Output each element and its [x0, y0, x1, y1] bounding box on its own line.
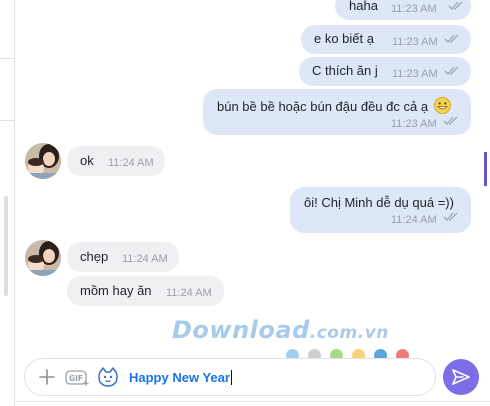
avatar[interactable]	[25, 143, 61, 179]
message-text: ok	[80, 153, 94, 168]
message-text: e ko biết ạ	[314, 31, 374, 46]
message-bubble-received[interactable]: ok 11:24 AM	[67, 146, 165, 176]
watermark-suffix: .com.vn	[309, 323, 389, 343]
read-check-icon	[443, 116, 458, 125]
message-time: 11:24 AM	[166, 287, 212, 299]
message-list[interactable]: haha 11:23 AM e ko biết ạ 11:23 AM C thí…	[15, 0, 487, 352]
gif-icon[interactable]: GIF	[65, 369, 91, 387]
read-check-icon	[448, 1, 463, 10]
message-bubble-sent[interactable]: bún bề bề hoặc bún đậu đều đc cả ạ 11:23…	[203, 89, 471, 135]
message-time: 11:24 AM	[391, 214, 437, 226]
watermark: Download.com.vn	[172, 316, 389, 344]
read-check-icon	[444, 66, 459, 75]
message-time: 11:23 AM	[392, 68, 438, 80]
divider	[0, 120, 14, 121]
read-check-icon	[444, 34, 459, 43]
chat-scrollbar[interactable]	[484, 152, 487, 186]
sticker-icon[interactable]	[97, 367, 119, 387]
svg-text:GIF: GIF	[69, 374, 83, 383]
send-icon	[452, 369, 470, 385]
left-panel-edge	[0, 0, 15, 406]
send-button[interactable]	[443, 359, 479, 395]
message-composer[interactable]: GIF Happy New Year	[24, 358, 436, 396]
message-text: bún bề bề hoặc bún đậu đều đc cả ạ	[217, 99, 429, 114]
divider	[15, 401, 490, 402]
message-text: chẹp	[80, 249, 109, 264]
message-time: 11:23 AM	[391, 118, 437, 130]
text-caret	[230, 370, 232, 385]
grinning-face-icon	[433, 97, 451, 114]
message-input[interactable]: Happy New Year	[129, 370, 232, 385]
message-text: mồm hay ăn	[80, 283, 152, 298]
message-bubble-sent[interactable]: C thích ăn j 11:23 AM	[299, 57, 471, 86]
message-time: 11:23 AM	[391, 3, 437, 15]
message-text: C thích ăn j	[312, 63, 378, 78]
message-bubble-received[interactable]: chẹp 11:24 AM	[67, 242, 179, 272]
left-scrollbar[interactable]	[4, 196, 8, 296]
plus-icon[interactable]	[38, 368, 56, 386]
message-bubble-received[interactable]: mồm hay ăn 11:24 AM	[67, 276, 224, 306]
message-time: 11:23 AM	[392, 36, 438, 48]
avatar[interactable]	[25, 240, 61, 276]
message-bubble-sent[interactable]: e ko biết ạ 11:23 AM	[301, 25, 471, 54]
message-text: ôi! Chị Minh dễ dụ quá =))	[304, 195, 454, 210]
message-bubble-sent[interactable]: ôi! Chị Minh dễ dụ quá =)) 11:24 AM	[290, 187, 471, 233]
message-text: haha	[349, 0, 378, 13]
watermark-main: Download	[172, 316, 310, 344]
divider	[0, 58, 14, 59]
message-input-text: Happy New Year	[129, 370, 230, 385]
message-time: 11:24 AM	[108, 157, 154, 169]
message-bubble-sent[interactable]: haha 11:23 AM	[335, 0, 471, 20]
read-check-icon	[443, 212, 458, 221]
message-time: 11:24 AM	[122, 253, 168, 265]
